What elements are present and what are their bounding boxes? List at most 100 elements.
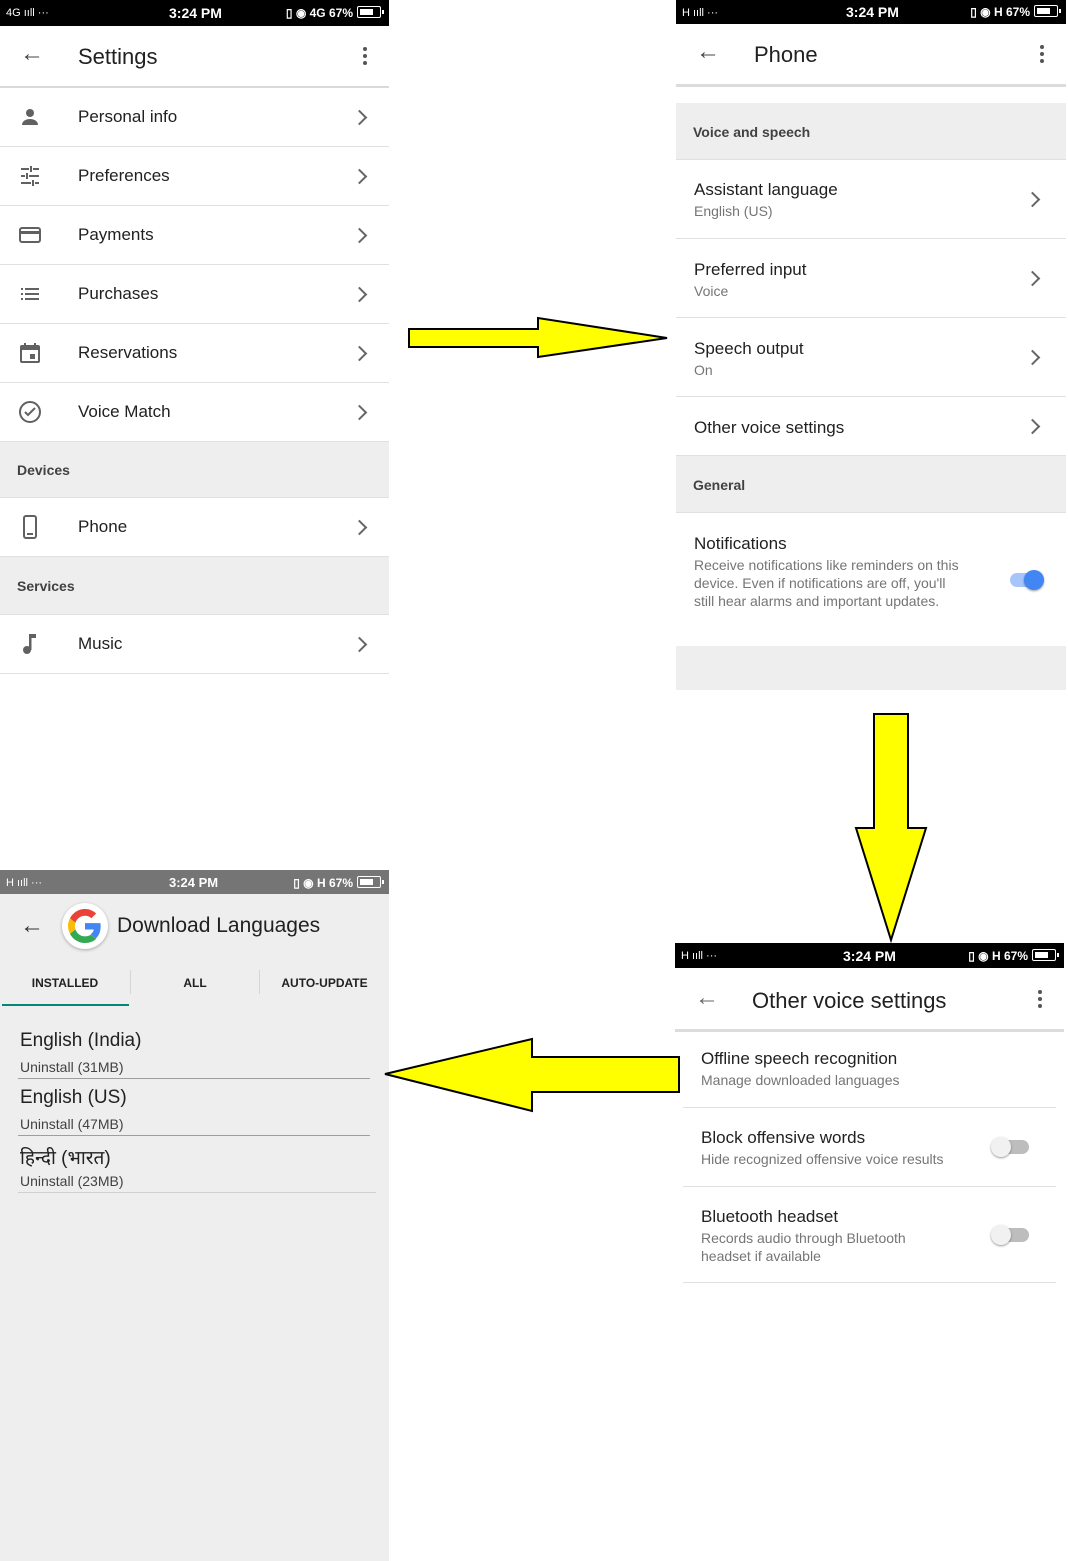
battery-icon: [1032, 949, 1059, 961]
settings-item-reservations[interactable]: Reservations: [0, 324, 389, 383]
setting-bluetooth-headset[interactable]: Bluetooth headset Records audio through …: [683, 1187, 1056, 1283]
page-title: Download Languages: [117, 914, 321, 937]
chevron-right-icon: [1024, 191, 1041, 208]
toggle-knob: [991, 1137, 1011, 1157]
chevron-right-icon: [351, 286, 368, 303]
status-icons: ▯ ◉ 4G 67%: [285, 6, 353, 20]
setting-speech-output[interactable]: Speech output On: [676, 318, 1066, 397]
bluetooth-headset-toggle[interactable]: [991, 1224, 1031, 1246]
language-name: English (US): [20, 1087, 127, 1108]
chevron-right-icon: [1024, 270, 1041, 287]
tune-icon: [21, 166, 39, 186]
arrow-left-icon: [384, 1037, 680, 1113]
settings-item-personal-info[interactable]: Personal info: [0, 88, 389, 147]
section-label: Devices: [17, 462, 70, 478]
signal-indicator: H ııll ···: [682, 7, 719, 19]
settings-screen: 4G ııll ··· 3:24 PM ▯ ◉ 4G 67% ← Setting…: [0, 0, 389, 680]
language-item[interactable]: English (India) Uninstall (31MB): [18, 1028, 370, 1079]
setting-title: Block offensive words: [701, 1128, 866, 1147]
section-header-services: Services: [0, 557, 389, 615]
settings-item-voice-match[interactable]: Voice Match: [0, 383, 389, 442]
setting-block-offensive-words[interactable]: Block offensive words Hide recognized of…: [683, 1108, 1056, 1187]
signal-indicator: 4G ııll ···: [6, 7, 49, 19]
notifications-toggle[interactable]: [1010, 569, 1050, 591]
toggle-knob: [991, 1225, 1011, 1245]
back-arrow-icon[interactable]: ←: [695, 984, 719, 1012]
setting-subtitle: English (US): [694, 203, 773, 219]
settings-item-phone[interactable]: Phone: [0, 498, 389, 557]
setting-assistant-language[interactable]: Assistant language English (US): [676, 160, 1066, 239]
tab-indicator: [2, 1004, 129, 1006]
settings-item-label: Music: [78, 634, 123, 653]
tab-all[interactable]: ALL: [131, 976, 259, 990]
settings-item-label: Phone: [78, 517, 128, 536]
chevron-right-icon: [351, 345, 368, 362]
section-label: Voice and speech: [693, 124, 811, 140]
credit-card-icon: [19, 227, 41, 243]
back-arrow-icon[interactable]: ←: [20, 40, 44, 68]
voice-match-icon: [19, 401, 41, 423]
language-name: English (India): [20, 1030, 142, 1051]
chevron-right-icon: [351, 404, 368, 421]
battery-icon: [357, 876, 384, 888]
calendar-icon: [20, 343, 40, 363]
back-arrow-icon[interactable]: ←: [20, 912, 44, 940]
settings-item-label: Reservations: [78, 343, 178, 362]
status-time: 3:24 PM: [846, 4, 899, 20]
setting-offline-speech-recognition[interactable]: Offline speech recognition Manage downlo…: [683, 1032, 1056, 1108]
status-time: 3:24 PM: [169, 5, 222, 21]
battery-icon: [1034, 5, 1061, 17]
status-bar: H ııll ··· 3:24 PM ▯ ◉ H 67%: [675, 943, 1064, 968]
setting-subtitle: Manage downloaded languages: [701, 1072, 900, 1088]
uninstall-link[interactable]: Uninstall (31MB): [20, 1059, 123, 1075]
setting-preferred-input[interactable]: Preferred input Voice: [676, 239, 1066, 318]
arrow-right-icon: [408, 316, 668, 359]
block-offensive-toggle[interactable]: [991, 1136, 1031, 1158]
settings-item-preferences[interactable]: Preferences: [0, 147, 389, 206]
phone-settings-screen: H ııll ··· 3:24 PM ▯ ◉ H 67% ← Phone Voi…: [676, 0, 1066, 690]
app-bar: ← Phone: [676, 24, 1066, 87]
app-bar: ← Other voice settings: [675, 968, 1064, 1032]
status-bar: H ııll ··· 3:24 PM ▯ ◉ H 67%: [676, 0, 1066, 24]
setting-title: Bluetooth headset: [701, 1207, 839, 1226]
settings-item-label: Personal info: [78, 107, 178, 126]
other-voice-settings-screen: H ııll ··· 3:24 PM ▯ ◉ H 67% ← Other voi…: [675, 943, 1064, 1293]
page-title: Settings: [78, 44, 158, 69]
language-name: हिन्दी (भारत): [20, 1148, 111, 1169]
setting-notifications: Notifications Receive notifications like…: [676, 513, 1066, 645]
google-logo-icon: [62, 903, 108, 949]
chevron-right-icon: [351, 109, 368, 126]
setting-title: Notifications: [694, 534, 787, 553]
tab-installed[interactable]: INSTALLED: [0, 976, 130, 990]
music-note-icon: [23, 634, 36, 654]
tab-auto-update[interactable]: AUTO-UPDATE: [260, 976, 389, 990]
signal-indicator: H ııll ···: [6, 877, 43, 889]
section-label: Services: [17, 578, 75, 594]
more-options-icon[interactable]: [363, 47, 367, 68]
settings-item-payments[interactable]: Payments: [0, 206, 389, 265]
status-icons: ▯ ◉ H 67%: [293, 876, 353, 890]
chevron-right-icon: [1024, 349, 1041, 366]
settings-item-purchases[interactable]: Purchases: [0, 265, 389, 324]
more-options-icon[interactable]: [1040, 45, 1044, 66]
person-icon: [22, 109, 38, 125]
back-arrow-icon[interactable]: ←: [696, 38, 720, 66]
section-header-general: General: [676, 456, 1066, 513]
language-item[interactable]: English (US) Uninstall (47MB): [18, 1086, 370, 1136]
setting-title: Offline speech recognition: [701, 1049, 898, 1068]
more-options-icon[interactable]: [1038, 990, 1042, 1011]
chevron-right-icon: [351, 227, 368, 244]
uninstall-link[interactable]: Uninstall (47MB): [20, 1116, 123, 1132]
settings-item-label: Voice Match: [78, 402, 171, 421]
language-item[interactable]: हिन्दी (भारत) Uninstall (23MB): [18, 1143, 376, 1193]
setting-subtitle: Records audio through Bluetooth headset …: [701, 1230, 906, 1264]
settings-item-label: Purchases: [78, 284, 159, 303]
setting-other-voice-settings[interactable]: Other voice settings: [676, 397, 1066, 456]
uninstall-link[interactable]: Uninstall (23MB): [20, 1173, 123, 1189]
chevron-right-icon: [351, 168, 368, 185]
signal-indicator: H ııll ···: [681, 950, 718, 962]
setting-title: Other voice settings: [694, 418, 845, 437]
status-icons: ▯ ◉ H 67%: [968, 949, 1028, 963]
status-icons: ▯ ◉ H 67%: [970, 5, 1030, 19]
settings-item-music[interactable]: Music: [0, 615, 389, 674]
